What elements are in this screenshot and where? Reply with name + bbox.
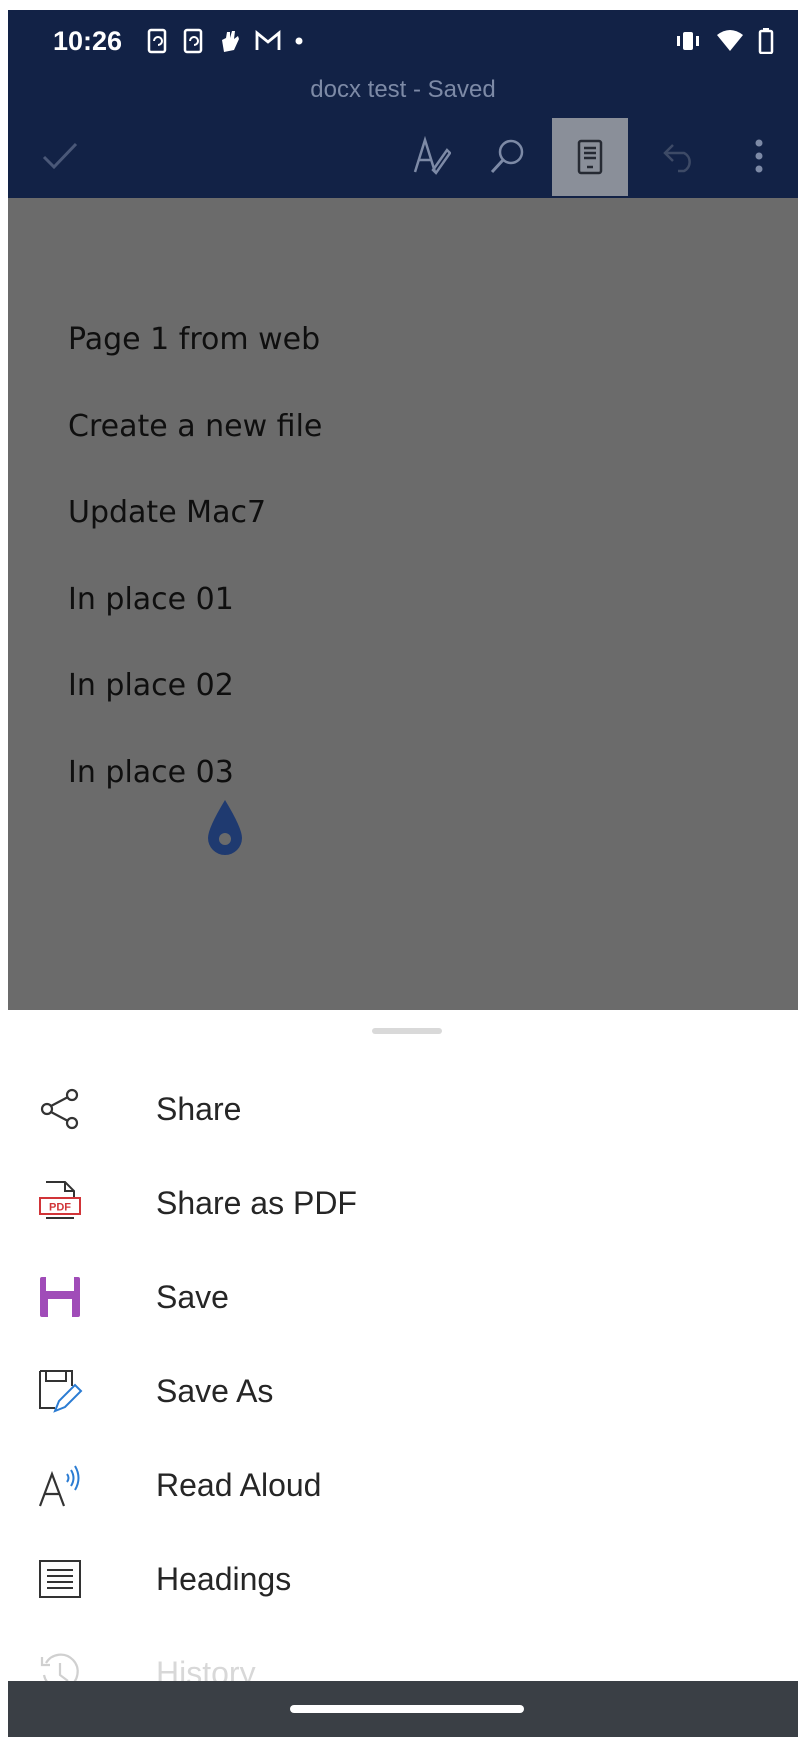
sheet-drag-handle[interactable] bbox=[372, 1028, 442, 1034]
hand-gesture-icon bbox=[222, 31, 239, 52]
document-line[interactable]: Update Mac7 bbox=[68, 495, 266, 530]
menu-item-label: Share as PDF bbox=[156, 1185, 357, 1221]
system-icons bbox=[674, 28, 774, 54]
mobile-view-button[interactable] bbox=[552, 118, 628, 196]
search-button[interactable] bbox=[470, 114, 546, 198]
system-navigation-bar bbox=[8, 1681, 798, 1737]
save-icon bbox=[36, 1273, 84, 1321]
menu-item-label: Save bbox=[156, 1279, 229, 1315]
app-header: 10:26 docx test - Saved bbox=[8, 10, 798, 198]
menu-item-read-aloud[interactable]: Read Aloud bbox=[8, 1439, 798, 1533]
more-vertical-icon bbox=[755, 139, 763, 173]
home-gesture-handle[interactable] bbox=[290, 1705, 524, 1713]
menu-item-headings[interactable]: Headings bbox=[8, 1533, 798, 1627]
document-line[interactable]: Create a new file bbox=[68, 409, 322, 444]
vibrate-icon bbox=[677, 32, 699, 50]
bottom-sheet-menu: Share PDF Share as PDF Save Save As Read bbox=[8, 1010, 798, 1691]
menu-item-share-as-pdf[interactable]: PDF Share as PDF bbox=[8, 1157, 798, 1251]
read-aloud-icon bbox=[36, 1461, 84, 1509]
document-line[interactable]: In place 03 bbox=[68, 755, 234, 790]
menu-item-label: Save As bbox=[156, 1373, 274, 1409]
wifi-icon bbox=[717, 30, 743, 51]
battery-icon bbox=[758, 28, 774, 54]
document-line[interactable]: In place 02 bbox=[68, 668, 234, 703]
gmail-icon bbox=[255, 30, 281, 50]
checkmark-icon bbox=[42, 142, 78, 170]
menu-item-label: Share bbox=[156, 1091, 242, 1127]
svg-text:PDF: PDF bbox=[49, 1202, 71, 1214]
menu-item-save[interactable]: Save bbox=[8, 1251, 798, 1345]
document-line[interactable]: Page 1 from web bbox=[68, 322, 320, 357]
document-line[interactable]: In place 01 bbox=[68, 582, 234, 617]
menu-item-save-as[interactable]: Save As bbox=[8, 1345, 798, 1439]
pen-draw-icon bbox=[413, 136, 451, 175]
search-icon bbox=[490, 139, 524, 174]
more-options-button[interactable] bbox=[724, 114, 794, 198]
document-title: docx test - Saved bbox=[310, 76, 496, 103]
status-bar: 10:26 bbox=[8, 10, 798, 70]
toolbar bbox=[8, 114, 798, 198]
undo-icon bbox=[663, 144, 691, 173]
headings-icon bbox=[36, 1555, 84, 1603]
text-cursor-handle[interactable] bbox=[204, 798, 246, 858]
menu-item-share[interactable]: Share bbox=[8, 1063, 798, 1157]
menu-item-label: Read Aloud bbox=[156, 1467, 322, 1503]
pdf-icon: PDF bbox=[36, 1179, 84, 1227]
save-as-icon bbox=[36, 1367, 84, 1415]
dot-icon bbox=[295, 37, 303, 45]
undo-button[interactable] bbox=[642, 114, 718, 198]
sync-notification-icon-2 bbox=[183, 28, 203, 54]
mobile-view-icon bbox=[577, 139, 603, 175]
menu-item-label: Headings bbox=[156, 1561, 292, 1597]
status-time: 10:26 bbox=[53, 26, 123, 56]
share-icon bbox=[36, 1085, 84, 1133]
document-canvas[interactable]: Page 1 from web Create a new file Update… bbox=[8, 198, 798, 1010]
done-button[interactable] bbox=[22, 114, 98, 198]
app-window: 10:26 docx test - Saved Page 1 from web … bbox=[8, 10, 798, 1737]
sync-notification-icon bbox=[147, 28, 167, 54]
draw-button[interactable] bbox=[394, 114, 470, 198]
notification-icons bbox=[146, 28, 304, 54]
